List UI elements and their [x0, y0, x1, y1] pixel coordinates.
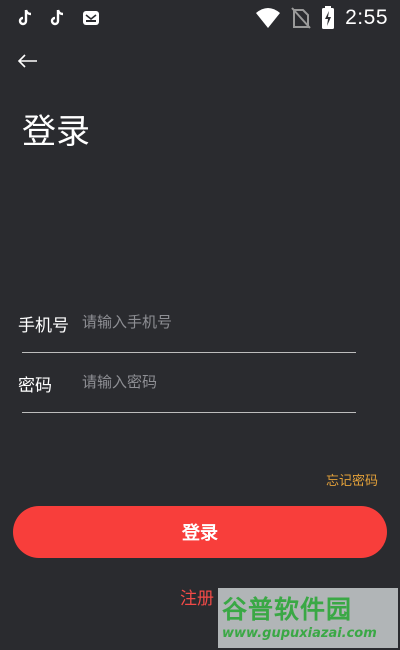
- mail-app-icon: [83, 11, 99, 25]
- arrow-left-icon[interactable]: [16, 50, 40, 72]
- tiktok-icon: [18, 9, 32, 26]
- battery-charging-icon: [322, 6, 335, 29]
- clock: 2:55: [345, 6, 388, 29]
- status-bar: 2:55: [0, 0, 400, 36]
- tiktok-icon: [50, 9, 64, 26]
- password-field: 密码: [18, 361, 356, 413]
- phone-input[interactable]: [82, 305, 352, 339]
- no-sim-icon: [291, 7, 311, 29]
- phone-label: 手机号: [18, 316, 69, 336]
- page-title: 登录: [22, 112, 90, 152]
- notification-icons: [18, 9, 100, 27]
- system-icons: 2:55: [255, 6, 388, 30]
- phone-underline: [22, 352, 356, 353]
- wifi-icon: [256, 8, 281, 28]
- login-button[interactable]: 登录: [13, 506, 387, 558]
- password-input[interactable]: [82, 365, 352, 399]
- password-label: 密码: [18, 376, 52, 396]
- watermark: 谷普软件园 www.gupuxiazai.com: [218, 588, 398, 648]
- register-link[interactable]: 注册: [180, 584, 214, 609]
- phone-field: 手机号: [18, 301, 356, 353]
- watermark-url: www.gupuxiazai.com: [222, 626, 377, 641]
- forgot-password-link[interactable]: 忘记密码: [326, 470, 378, 489]
- watermark-brand: 谷普软件园: [222, 595, 353, 624]
- password-underline: [22, 412, 356, 413]
